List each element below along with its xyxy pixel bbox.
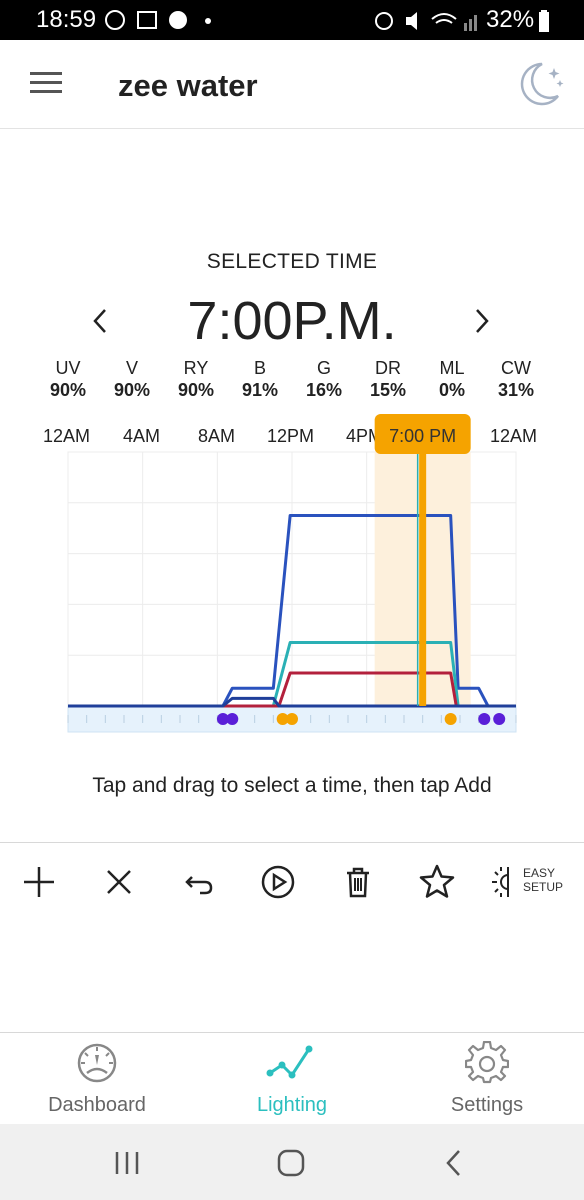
channel-value: 90%: [177, 380, 215, 400]
next-time-button[interactable]: [472, 306, 492, 336]
undo-icon[interactable]: [180, 863, 218, 901]
status-bar: 18:59 32%: [0, 0, 584, 40]
menu-icon[interactable]: [30, 72, 62, 94]
channel-value: 15%: [369, 380, 407, 400]
star-icon[interactable]: [418, 863, 456, 901]
play-icon[interactable]: [259, 863, 297, 901]
home-icon[interactable]: [276, 1148, 306, 1178]
system-navigation-bar: [0, 1124, 584, 1200]
channel-value: 16%: [305, 380, 343, 400]
channel-b: B 91%: [230, 358, 290, 401]
easy-setup-label-1: EASY: [523, 866, 556, 880]
channel-value: 90%: [49, 380, 87, 400]
app-header: zee water: [0, 40, 584, 129]
instruction-text: Tap and drag to select a time, then tap …: [92, 774, 492, 797]
dashboard-icon: [77, 1043, 117, 1083]
toolbar: EASY SETUP: [0, 842, 584, 919]
channel-name: RY: [183, 358, 209, 378]
nav-lighting[interactable]: Lighting: [195, 1041, 389, 1117]
selected-time-tab-label: 7:00 PM: [389, 426, 456, 446]
status-time: 18:59: [36, 6, 97, 33]
battery-level: 32%: [486, 6, 535, 33]
settings-gear-icon: [464, 1040, 510, 1084]
channel-v: V 90%: [102, 358, 162, 401]
recent-apps-icon[interactable]: [112, 1150, 142, 1176]
channel-value: 91%: [241, 380, 279, 400]
nav-settings-label: Settings: [450, 1094, 524, 1116]
delete-icon[interactable]: [339, 863, 377, 901]
easy-setup-label-2: SETUP: [523, 880, 564, 894]
channel-cw: CW 31%: [486, 358, 546, 401]
channel-ry: RY 90%: [166, 358, 226, 401]
channel-dr: DR 15%: [358, 358, 418, 401]
page-title: zee water: [118, 68, 258, 103]
selected-time-label: SELECTED TIME: [206, 250, 378, 273]
system-status-icons: [375, 12, 477, 31]
selected-time-value: 7:00P.M.: [187, 291, 397, 351]
nav-settings[interactable]: Settings: [390, 1040, 584, 1117]
channel-value: 31%: [497, 380, 535, 400]
timeline-marker-7: [493, 713, 506, 725]
channel-name: UV: [55, 358, 81, 378]
nav-lighting-label: Lighting: [256, 1094, 328, 1116]
easy-setup-icon[interactable]: [486, 863, 524, 901]
easy-setup-button[interactable]: EASY SETUP: [523, 866, 563, 894]
timeline-marker-4: [286, 713, 298, 725]
channel-value: 0%: [438, 380, 465, 400]
timeline-marker-5: [444, 713, 457, 725]
back-icon[interactable]: [442, 1148, 466, 1178]
nav-dashboard-label: Dashboard: [48, 1094, 146, 1116]
timeline-marker-2: [226, 713, 239, 725]
bottom-navigation: Dashboard Lighting Settings: [0, 1032, 584, 1125]
lighting-icon: [266, 1045, 313, 1079]
lighting-schedule-chart[interactable]: 7:00 PM: [0, 412, 584, 736]
channel-name: G: [316, 358, 331, 378]
channel-uv: UV 90%: [38, 358, 98, 401]
notification-icons: [105, 10, 211, 30]
channel-name: V: [125, 358, 138, 378]
channel-name: B: [253, 358, 266, 378]
channel-name: CW: [501, 358, 531, 378]
channel-name: DR: [375, 358, 401, 378]
moon-icon[interactable]: [514, 60, 566, 112]
nav-dashboard[interactable]: Dashboard: [0, 1041, 194, 1117]
remove-icon[interactable]: [100, 863, 138, 901]
channel-ml: ML 0%: [422, 358, 482, 401]
timeline-marker-6: [478, 713, 491, 725]
add-icon[interactable]: [20, 863, 58, 901]
channel-value: 90%: [113, 380, 151, 400]
channel-g: G 16%: [294, 358, 354, 401]
battery-icon: [539, 10, 549, 32]
channel-name: ML: [439, 358, 465, 378]
